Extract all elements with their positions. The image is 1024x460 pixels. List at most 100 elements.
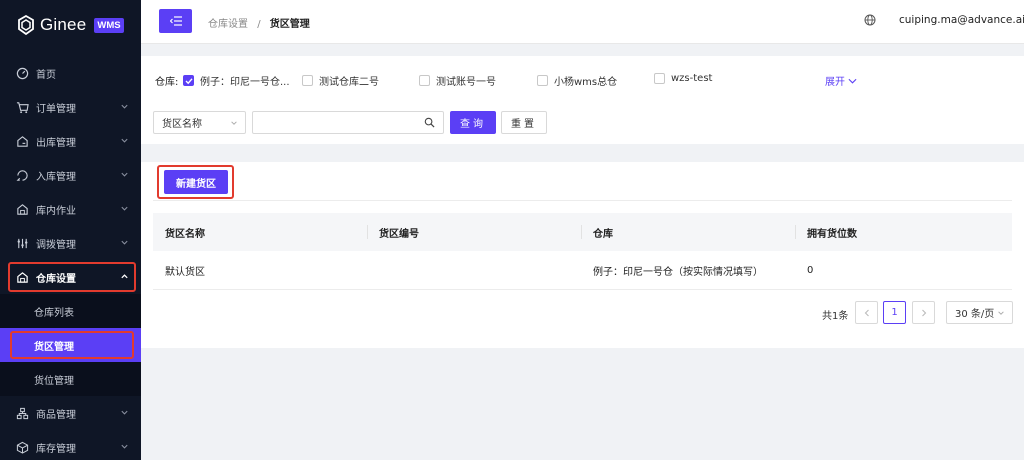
chevron-down-icon xyxy=(121,410,128,415)
outbound-icon xyxy=(16,135,29,148)
pagination: 共1条 1 30 条/页 xyxy=(141,301,1024,325)
chevron-down-icon xyxy=(231,121,237,125)
reset-button[interactable]: 重置 xyxy=(501,111,547,134)
chevron-down-icon xyxy=(121,206,128,211)
page-number-button[interactable]: 1 xyxy=(883,301,906,324)
sidebar-item-warehouse-ops[interactable]: 库内作业 xyxy=(0,192,141,226)
warehouse-option-label: 测试账号一号 xyxy=(436,77,496,88)
breadcrumb-item[interactable]: 仓库设置 xyxy=(208,19,248,30)
transfer-icon xyxy=(16,237,29,250)
search-field-select[interactable]: 货区名称 xyxy=(153,111,246,134)
chevron-left-icon xyxy=(864,309,869,316)
warehouse-option-label: wzs-test xyxy=(671,73,713,84)
search-icon[interactable] xyxy=(424,117,435,128)
dashboard-icon xyxy=(16,67,29,80)
sidebar: Ginee WMS 首页 订单管理 出库管理 入库管理 库内作业 调拨管理 仓库… xyxy=(0,0,141,460)
warehouse-option-label: 例子：印尼一号仓... xyxy=(200,77,290,88)
breadcrumb-current: 货区管理 xyxy=(269,19,310,30)
logo[interactable]: Ginee WMS xyxy=(0,0,141,50)
checkbox-icon xyxy=(537,75,548,86)
new-zone-button[interactable]: 新建货区 xyxy=(164,170,228,194)
sidebar-nav: 首页 订单管理 出库管理 入库管理 库内作业 调拨管理 仓库设置 仓库列表 货区… xyxy=(0,56,141,460)
sidebar-item-inventory[interactable]: 库存管理 xyxy=(0,430,141,460)
warehouse-checkbox[interactable]: 小杨wms总仓 xyxy=(537,73,617,88)
page-size-select[interactable]: 30 条/页 xyxy=(946,301,1013,324)
cell-warehouse: 例子：印尼一号仓（按实际情况填写） xyxy=(593,266,763,278)
chevron-down-icon xyxy=(121,104,128,109)
highlight-box xyxy=(10,331,134,359)
sidebar-item-label: 首页 xyxy=(36,69,56,81)
column-header: 货区名称 xyxy=(165,228,205,240)
main-panel: 新建货区 货区名称 货区编号 仓库 拥有货位数 默认货区 例子：印尼一号仓（按实… xyxy=(141,162,1024,348)
divider xyxy=(153,200,1012,201)
checkbox-icon xyxy=(419,75,430,86)
sidebar-item-label: 商品管理 xyxy=(36,409,76,421)
sidebar-item-outbound[interactable]: 出库管理 xyxy=(0,124,141,158)
prev-page-button[interactable] xyxy=(855,301,878,324)
table-header: 货区名称 货区编号 仓库 拥有货位数 xyxy=(153,213,1012,251)
checkbox-icon xyxy=(654,73,665,84)
sidebar-subitem-label: 仓库列表 xyxy=(34,307,74,319)
chevron-right-icon xyxy=(921,309,926,316)
warehouse-option-label: 小杨wms总仓 xyxy=(554,77,618,88)
sidebar-item-home[interactable]: 首页 xyxy=(0,56,141,90)
chevron-down-icon xyxy=(998,311,1004,315)
pagination-total: 共1条 xyxy=(822,311,849,322)
expand-link[interactable]: 展开 xyxy=(825,73,857,88)
inbound-icon xyxy=(16,169,29,182)
cell-zone-code xyxy=(367,251,581,289)
highlight-box xyxy=(8,262,136,292)
menu-fold-icon xyxy=(169,16,182,26)
checkbox-checked-icon xyxy=(183,75,194,86)
sidebar-item-label: 订单管理 xyxy=(36,103,76,115)
warehouse-checkbox[interactable]: wzs-test xyxy=(654,73,712,84)
product-icon xyxy=(16,407,29,420)
sidebar-item-products[interactable]: 商品管理 xyxy=(0,396,141,430)
chevron-down-icon xyxy=(121,138,128,143)
sidebar-subitem-label: 货位管理 xyxy=(34,375,74,387)
breadcrumb-separator: / xyxy=(257,19,261,30)
sidebar-item-label: 出库管理 xyxy=(36,137,76,149)
chevron-up-icon xyxy=(121,274,128,279)
column-header: 货区编号 xyxy=(367,213,581,251)
warehouse-checkbox[interactable]: 测试仓库二号 xyxy=(302,73,379,88)
warehouse-checkbox[interactable]: 例子：印尼一号仓... xyxy=(183,73,290,88)
sidebar-item-warehouse-settings[interactable]: 仓库设置 xyxy=(0,260,141,294)
globe-icon[interactable] xyxy=(864,14,876,26)
sidebar-item-transfer[interactable]: 调拨管理 xyxy=(0,226,141,260)
expand-label: 展开 xyxy=(825,77,845,88)
ginee-logo-icon xyxy=(18,15,34,35)
sidebar-item-inbound[interactable]: 入库管理 xyxy=(0,158,141,192)
warehouse-filter-label: 仓库: xyxy=(155,77,179,88)
select-value: 货区名称 xyxy=(162,119,202,130)
query-button[interactable]: 查询 xyxy=(450,111,496,134)
inventory-icon xyxy=(16,441,29,454)
sidebar-item-orders[interactable]: 订单管理 xyxy=(0,90,141,124)
checkbox-icon xyxy=(302,75,313,86)
search-input[interactable] xyxy=(252,111,444,134)
warehouse-option-label: 测试仓库二号 xyxy=(319,77,379,88)
filter-panel: 仓库: 例子：印尼一号仓... 测试仓库二号 测试账号一号 小杨wms总仓 wz… xyxy=(141,56,1024,144)
chevron-down-icon xyxy=(121,172,128,177)
warehouse-checkbox[interactable]: 测试账号一号 xyxy=(419,73,496,88)
cell-zone-name: 默认货区 xyxy=(165,266,205,278)
sidebar-subitem-location-management[interactable]: 货位管理 xyxy=(0,362,141,396)
top-header: 仓库设置 / 货区管理 cuiping.ma@advance.ai xyxy=(141,0,1024,44)
column-header: 拥有货位数 xyxy=(795,213,1012,251)
chevron-down-icon xyxy=(121,240,128,245)
cart-icon xyxy=(16,101,29,114)
table-row[interactable]: 默认货区 例子：印尼一号仓（按实际情况填写） 0 xyxy=(153,251,1012,290)
menu-toggle-button[interactable] xyxy=(159,9,192,33)
zone-table: 货区名称 货区编号 仓库 拥有货位数 默认货区 例子：印尼一号仓（按实际情况填写… xyxy=(153,213,1012,290)
cell-location-count: 0 xyxy=(807,264,814,276)
chevron-down-icon xyxy=(848,78,857,84)
chevron-down-icon xyxy=(121,444,128,449)
brand-name: Ginee xyxy=(40,15,87,34)
warehouse-ops-icon xyxy=(16,203,29,216)
sidebar-subitem-warehouse-list[interactable]: 仓库列表 xyxy=(0,294,141,328)
sidebar-item-label: 调拨管理 xyxy=(36,239,76,251)
next-page-button[interactable] xyxy=(912,301,935,324)
sidebar-subitem-zone-management[interactable]: 货区管理 xyxy=(0,328,141,362)
sidebar-item-label: 入库管理 xyxy=(36,171,76,183)
user-email[interactable]: cuiping.ma@advance.ai xyxy=(899,14,1024,26)
